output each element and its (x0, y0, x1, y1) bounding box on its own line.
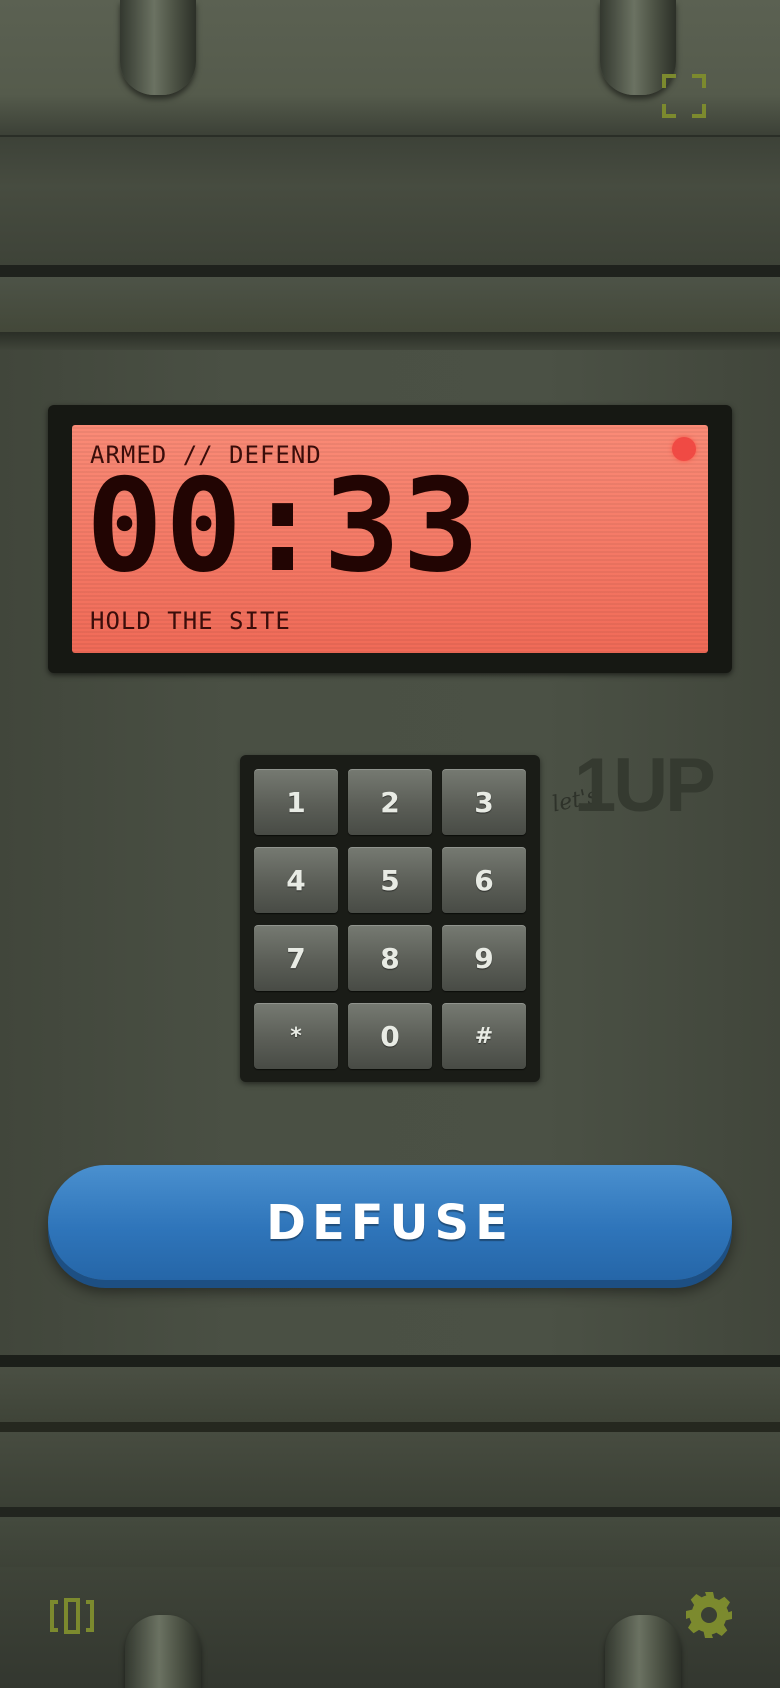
case-seam (0, 265, 780, 277)
key-0[interactable]: 0 (348, 1003, 432, 1069)
timer-display: ARMED // DEFEND 00:33 HOLD THE SITE (72, 425, 708, 653)
gear-icon[interactable] (684, 1590, 734, 1640)
case-ridge (0, 1367, 780, 1422)
key-star[interactable]: * (254, 1003, 338, 1069)
defuse-button[interactable]: DEFUSE (48, 1165, 732, 1280)
latch-bottom-right (605, 1615, 681, 1688)
key-2[interactable]: 2 (348, 769, 432, 835)
key-9[interactable]: 9 (442, 925, 526, 991)
case-seam (0, 1507, 780, 1517)
keypad: 1 2 3 4 5 6 7 8 9 * 0 # (240, 755, 540, 1082)
key-hash[interactable]: # (442, 1003, 526, 1069)
bracket-timeline-icon[interactable] (48, 1592, 96, 1640)
case-ridge (0, 135, 780, 187)
key-3[interactable]: 3 (442, 769, 526, 835)
timer-display-frame: ARMED // DEFEND 00:33 HOLD THE SITE (48, 405, 732, 673)
case-seam (0, 1422, 780, 1432)
key-5[interactable]: 5 (348, 847, 432, 913)
case-ridge (0, 277, 780, 332)
countdown-timer: 00:33 (86, 452, 482, 601)
latch-top-left (120, 0, 196, 95)
key-4[interactable]: 4 (254, 847, 338, 913)
latch-bottom-left (125, 1615, 201, 1688)
case-ridge (0, 185, 780, 265)
case-seam (0, 1355, 780, 1367)
fullscreen-icon[interactable] (662, 74, 706, 118)
brand-logo: let's 1UP (550, 743, 732, 828)
key-8[interactable]: 8 (348, 925, 432, 991)
case-ridge (0, 1432, 780, 1507)
case-ridge (0, 1517, 780, 1567)
display-hint: HOLD THE SITE (90, 607, 291, 635)
logo-big-text: 1UP (574, 743, 716, 828)
status-indicator-dot (672, 437, 696, 461)
key-1[interactable]: 1 (254, 769, 338, 835)
key-6[interactable]: 6 (442, 847, 526, 913)
case-seam (0, 332, 780, 350)
key-7[interactable]: 7 (254, 925, 338, 991)
